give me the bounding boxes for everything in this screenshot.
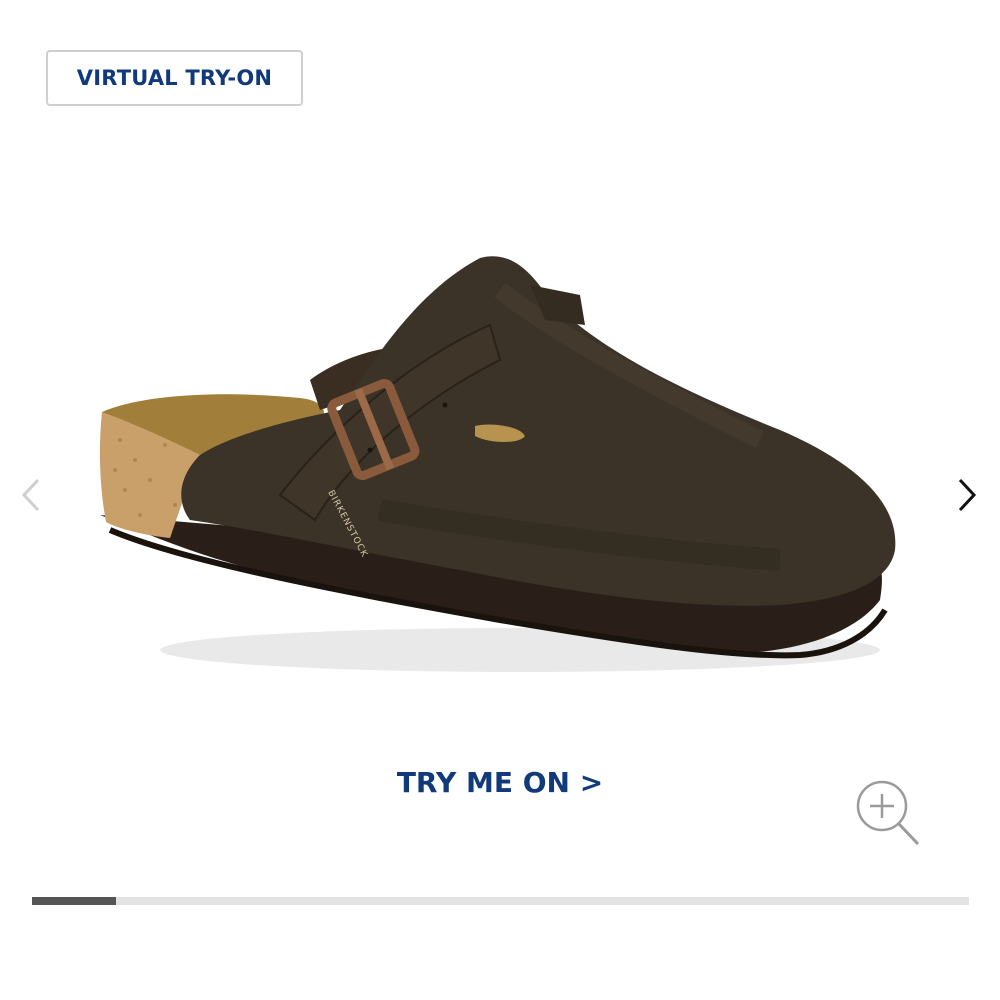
carousel-progress-fill	[32, 897, 117, 905]
product-image: BIRKENSTOCK	[99, 256, 896, 672]
chevron-right-icon[interactable]	[948, 470, 988, 520]
try-me-on-link[interactable]: TRY ME ON >	[300, 760, 700, 806]
zoom-in-icon[interactable]	[850, 776, 922, 848]
carousel-progress	[32, 897, 969, 905]
chevron-left-icon[interactable]	[12, 470, 52, 520]
virtual-try-on-button[interactable]: VIRTUAL TRY-ON	[46, 50, 303, 106]
product-gallery: VIRTUAL TRY-ON BIRKENSTOCK TRY ME ON >	[0, 0, 1000, 1000]
